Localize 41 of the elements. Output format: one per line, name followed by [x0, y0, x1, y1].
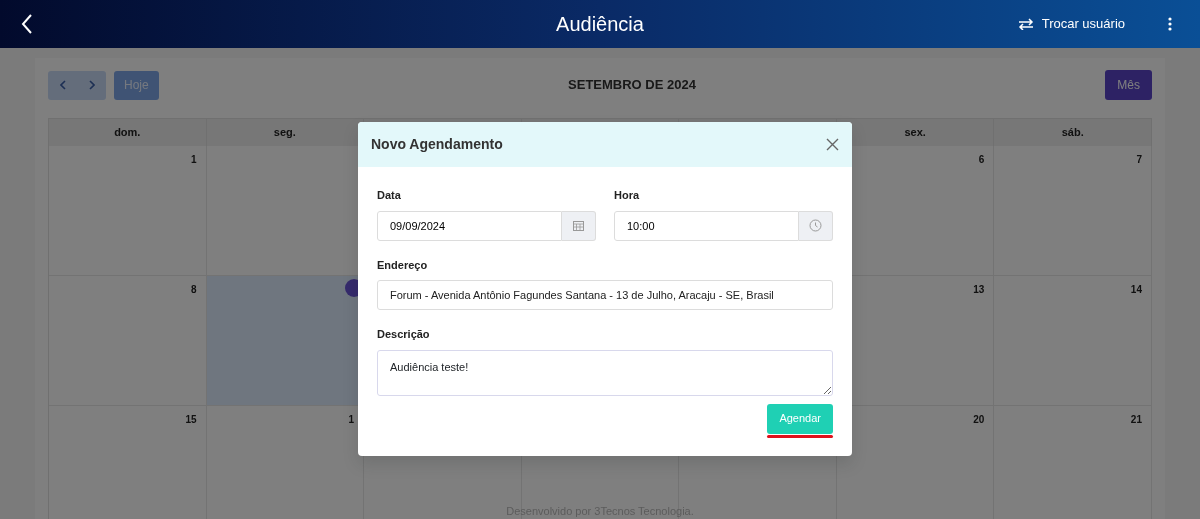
more-options-icon[interactable]	[1168, 17, 1172, 31]
chevron-right-icon	[88, 80, 95, 90]
field-label: Endereço	[377, 257, 429, 273]
day-number: 1	[191, 154, 197, 165]
close-icon[interactable]	[826, 138, 839, 151]
weekday-header: seg.	[273, 125, 296, 141]
swap-icon	[1017, 18, 1034, 30]
dialog-title: Novo Agendamento	[371, 136, 503, 153]
field-label: Hora	[614, 188, 641, 203]
address-field[interactable]: Forum - Avenida Antônio Fagundes Santana - 13 de Julho, Aracaju - SE, Brasil	[377, 280, 833, 310]
field-label: Data	[377, 188, 402, 203]
switch-user-button[interactable]: Trocar usuário	[1016, 13, 1126, 35]
page-title: Audiência	[556, 12, 644, 36]
weekday-header: dom.	[114, 125, 141, 141]
day-cell[interactable]: 1	[49, 146, 207, 276]
previous-button[interactable]	[48, 70, 77, 100]
day-number: 13	[973, 284, 985, 295]
weekday-header: sex.	[904, 125, 926, 141]
day-number: 21	[1130, 414, 1142, 425]
view-button[interactable]: Mês	[1105, 70, 1152, 100]
calendar-icon[interactable]	[573, 220, 584, 231]
day-cell[interactable]: 14	[994, 276, 1152, 406]
next-button[interactable]	[77, 70, 106, 100]
back-icon[interactable]	[20, 13, 34, 35]
day-number: 6	[978, 154, 985, 165]
day-number: 7	[1136, 154, 1142, 165]
day-number: 15	[185, 414, 197, 425]
time-field[interactable]: 10:00	[614, 210, 799, 241]
weekday-header: sáb.	[1061, 125, 1084, 141]
description-field[interactable]: Audiência teste!	[377, 349, 833, 396]
day-number: 14	[1130, 284, 1142, 295]
day-number: 1	[348, 414, 355, 425]
date-field[interactable]: 09/09/2024	[377, 210, 562, 241]
field-label: Descrição	[377, 327, 431, 342]
day-cell[interactable]: 7	[994, 146, 1152, 276]
day-number: 8	[191, 284, 197, 295]
day-number: 20	[973, 414, 985, 425]
chevron-left-icon	[59, 80, 66, 90]
day-cell[interactable]: 8	[49, 276, 207, 406]
calendar-title: SETEMBRO DE 2024	[567, 76, 697, 95]
date-picker-button[interactable]	[562, 210, 596, 241]
